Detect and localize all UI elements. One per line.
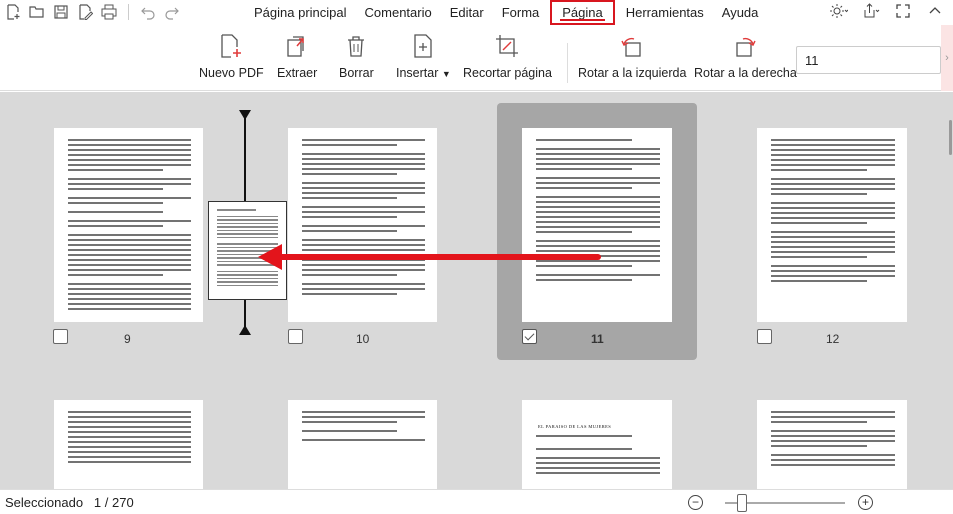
extract-icon (284, 33, 310, 59)
selected-total: 270 (112, 495, 134, 510)
caret-down-icon: ▼ (441, 69, 451, 79)
menu-form[interactable]: Forma (493, 0, 549, 25)
zoom-control: − + (688, 494, 878, 512)
extract-button[interactable]: Extraer (277, 33, 317, 80)
status-bar: Seleccionado 1 / 270 − + (0, 489, 953, 514)
rotate-left-button[interactable]: Rotar a la izquierda (578, 33, 686, 80)
crop-label: Recortar página (463, 66, 552, 80)
rotate-left-label: Rotar a la izquierda (578, 66, 687, 80)
new-pdf-label: Nuevo PDF (199, 66, 264, 80)
insert-label: Insertar ▼ (396, 66, 451, 80)
menu-page[interactable]: Página (550, 0, 615, 25)
zoom-slider-handle[interactable] (736, 494, 747, 512)
rotate-right-icon (732, 33, 758, 59)
zoom-out-button[interactable]: − (688, 495, 703, 510)
drag-arrow-icon (258, 244, 601, 270)
crop-page-button[interactable]: Recortar página (463, 33, 552, 80)
crop-icon (494, 33, 520, 59)
rotate-right-label: Rotar a la derecha (694, 66, 797, 80)
menu-home[interactable]: Página principal (245, 0, 356, 25)
scrollbar-thumb[interactable] (949, 120, 952, 155)
menu-help[interactable]: Ayuda (713, 0, 768, 25)
edit-icon[interactable] (76, 3, 94, 21)
collapse-icon[interactable] (925, 4, 945, 22)
zoom-in-button[interactable]: + (858, 495, 873, 510)
redo-icon[interactable] (163, 3, 181, 21)
trash-icon (343, 33, 369, 59)
insert-page-icon (410, 33, 436, 59)
vertical-scrollbar[interactable] (947, 92, 953, 489)
rotate-left-icon (619, 33, 645, 59)
undo-icon[interactable] (139, 3, 157, 21)
open-folder-icon[interactable] (28, 3, 46, 21)
selected-label: Seleccionado (5, 495, 84, 510)
fullscreen-icon[interactable] (893, 4, 913, 22)
print-icon[interactable] (100, 3, 118, 21)
selected-current: 1 (93, 495, 102, 510)
main-menu: Página principal Comentario Editar Forma… (245, 0, 767, 25)
window-controls (829, 3, 945, 23)
new-file-icon[interactable] (4, 3, 22, 21)
extract-label: Extraer (277, 66, 318, 80)
new-pdf-icon (218, 33, 244, 59)
divider (128, 4, 129, 20)
insert-label-text: Insertar (396, 66, 439, 80)
save-icon[interactable] (52, 3, 70, 21)
menu-edit[interactable]: Editar (441, 0, 493, 25)
page-number-input[interactable]: 11 (796, 46, 941, 74)
menu-comment[interactable]: Comentario (356, 0, 441, 25)
page-thumbnail-grid: 9 10 11 12 EL PARAISO DE LAS MUJERES (0, 92, 953, 489)
menu-bar: Página principal Comentario Editar Forma… (0, 0, 953, 25)
share-icon[interactable] (861, 3, 881, 23)
menu-tools[interactable]: Herramientas (617, 0, 713, 25)
delete-label: Borrar (339, 66, 374, 80)
new-pdf-button[interactable]: Nuevo PDF (199, 33, 264, 80)
selection-status: Seleccionado 1 / 270 (5, 495, 134, 510)
theme-icon[interactable] (829, 3, 849, 23)
toolbar-divider (567, 43, 568, 83)
rotate-right-button[interactable]: Rotar a la derecha (694, 33, 797, 80)
page-toolbar: Nuevo PDF Extraer Borrar Insertar ▼ Reco… (0, 25, 953, 91)
delete-button[interactable]: Borrar (339, 33, 374, 80)
quick-access-toolbar (4, 3, 181, 21)
toolbar-scroll-right-icon[interactable]: › (941, 25, 953, 91)
insert-button[interactable]: Insertar ▼ (396, 33, 451, 80)
selected-separator: / (104, 495, 109, 510)
